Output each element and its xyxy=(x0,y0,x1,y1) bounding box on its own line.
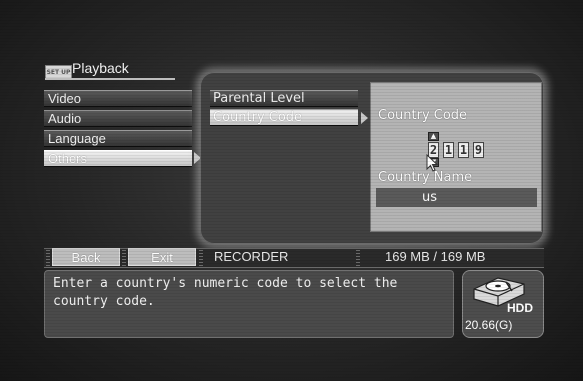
menu-item-others[interactable]: Others xyxy=(44,150,192,167)
bar-divider xyxy=(199,248,203,266)
storage-usage: 169 MB / 169 MB xyxy=(385,249,486,264)
setup-screen: SET UP Playback Video Audio Language Oth… xyxy=(0,0,583,381)
title-divider xyxy=(45,78,175,80)
menu-item-language[interactable]: Language xyxy=(44,130,192,147)
country-code-digit-3[interactable]: 1 xyxy=(458,142,469,158)
setup-tag: SET UP xyxy=(45,65,72,79)
submenu-item-country-code[interactable]: Country Code xyxy=(210,109,358,126)
bar-divider xyxy=(356,248,360,266)
country-code-digit-2[interactable]: 1 xyxy=(443,142,454,158)
country-code-label: Country Code xyxy=(378,108,468,123)
country-code-digit-4[interactable]: 9 xyxy=(473,142,484,158)
country-name-label: Country Name xyxy=(378,170,473,185)
bar-divider xyxy=(46,248,50,266)
help-message: Enter a country's numeric code to select… xyxy=(44,270,454,338)
menu-title: Playback xyxy=(72,60,129,76)
back-button[interactable]: Back xyxy=(52,248,120,266)
exit-button[interactable]: Exit xyxy=(128,248,196,266)
submenu-item-parental-level[interactable]: Parental Level xyxy=(210,90,358,107)
hdd-capacity: 20.66(G) xyxy=(465,318,513,332)
menu-item-video[interactable]: Video xyxy=(44,90,192,107)
country-panel xyxy=(370,82,542,232)
digit-up-icon[interactable]: ▲ xyxy=(428,132,439,141)
menu-item-audio[interactable]: Audio xyxy=(44,110,192,127)
recorder-mode: RECORDER xyxy=(214,249,289,264)
bar-divider xyxy=(122,248,126,266)
submenu-arrow-icon xyxy=(361,112,368,124)
hdd-label: HDD xyxy=(507,301,533,315)
country-name-value: us xyxy=(376,188,537,207)
